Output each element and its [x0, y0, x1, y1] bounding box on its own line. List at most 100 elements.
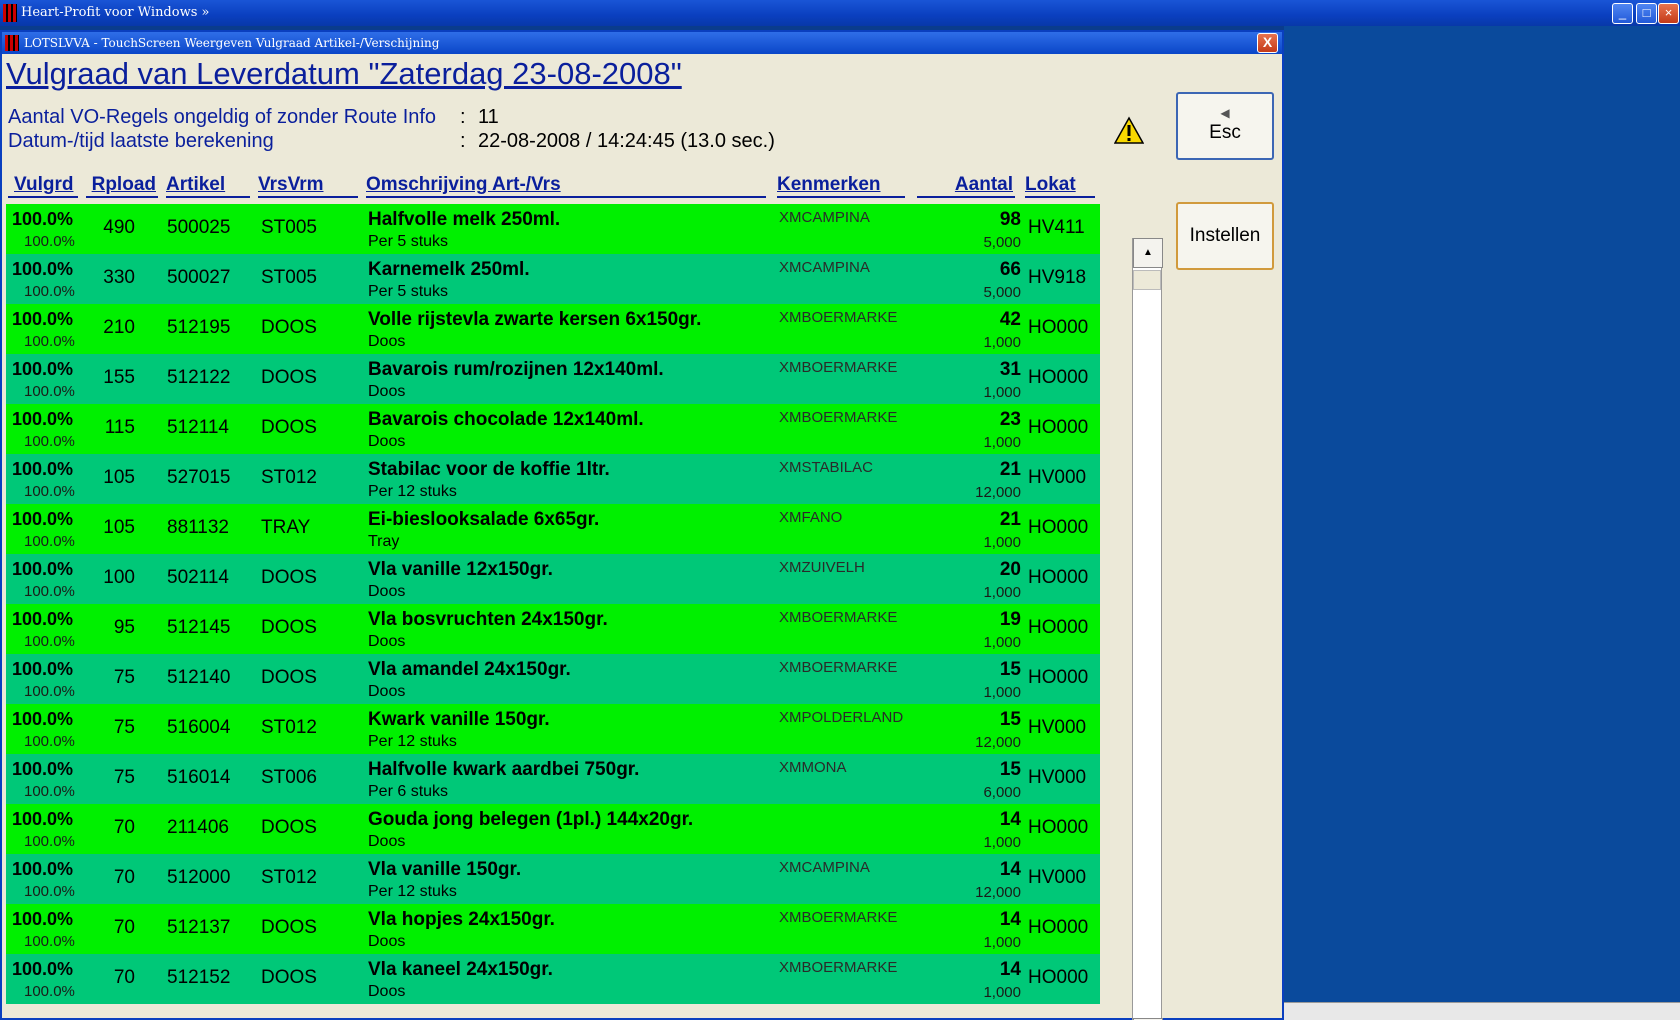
cell-lokat: HO000	[1028, 417, 1089, 438]
window-title: LOTSLVVA - TouchScreen Weergeven Vulgraa…	[24, 36, 440, 50]
cell-rpload: 115	[104, 417, 135, 438]
cell-lokat: HO000	[1028, 567, 1089, 588]
cell-kenmerken: XMBOERMARKE	[779, 409, 898, 426]
cell-vulgrd: 100.0%	[12, 409, 74, 429]
cell-artikel: 502114	[167, 567, 229, 588]
info-value-ongeldig: 11	[478, 106, 499, 128]
cell-aantal: 15	[999, 759, 1021, 780]
cell-aantal-sub: 1,000	[983, 434, 1021, 451]
esc-button[interactable]: ◀ Esc	[1176, 92, 1274, 160]
app-titlebar: Heart-Profit voor Windows » _ □ ×	[0, 0, 1680, 26]
table-row[interactable]: 100.0% 100.0% 330 500027 ST005 Karnemelk 250m…	[6, 254, 1100, 304]
cell-lokat: HO000	[1028, 367, 1089, 388]
cell-rpload: 75	[113, 667, 135, 688]
cell-omschrijving: Halfvolle melk 250ml.	[368, 209, 561, 230]
cell-artikel: 527015	[167, 467, 231, 488]
cell-artikel: 211406	[167, 817, 229, 838]
cell-vrsvrm: DOOS	[261, 367, 317, 388]
cell-omschrijving-sub: Doos	[368, 683, 406, 700]
cell-omschrijving-sub: Per 6 stuks	[368, 783, 449, 800]
cell-vulgrd-sub: 100.0%	[24, 933, 75, 950]
cell-aantal: 21	[999, 509, 1021, 530]
window-logo-icon	[5, 35, 19, 51]
table-row[interactable]: 100.0% 100.0% 100 502114 DOOS Vla vanille 12x…	[6, 554, 1100, 604]
info-label-ongeldig: Aantal VO-Regels ongeldig of zonder Rout…	[8, 106, 437, 128]
scroll-thumb[interactable]	[1133, 270, 1161, 290]
cell-kenmerken: XMBOERMARKE	[779, 909, 898, 926]
cell-lokat: HO000	[1028, 667, 1089, 688]
cell-omschrijving: Bavarois chocolade 12x140ml.	[368, 409, 644, 430]
info-colon: :	[460, 130, 466, 152]
table-row[interactable]: 100.0% 100.0% 70 211406 DOOS Gouda jong beleg…	[6, 804, 1100, 854]
col-header-artikel[interactable]: Artikel	[166, 174, 250, 198]
cell-omschrijving-sub: Doos	[368, 383, 406, 400]
table-row[interactable]: 100.0% 100.0% 115 512114 DOOS Bavarois chocol…	[6, 404, 1100, 454]
cell-vulgrd-sub: 100.0%	[24, 433, 75, 450]
minimize-button[interactable]: _	[1612, 3, 1633, 24]
cell-kenmerken: XMBOERMARKE	[779, 359, 898, 376]
data-table: 100.0% 100.0% 490 500025 ST005 Halfvolle melk…	[6, 204, 1100, 1020]
cell-rpload: 330	[103, 267, 135, 288]
col-header-kenmerken[interactable]: Kenmerken	[777, 174, 905, 198]
table-row[interactable]: 100.0% 100.0% 105 527015 ST012 Stabilac voor …	[6, 454, 1100, 504]
window-close-button[interactable]: X	[1257, 33, 1278, 53]
cell-aantal: 14	[999, 959, 1021, 980]
cell-omschrijving-sub: Doos	[368, 333, 406, 350]
table-row[interactable]: 100.0% 100.0% 155 512122 DOOS Bavarois rum/ro…	[6, 354, 1100, 404]
table-row[interactable]: 100.0% 100.0% 70 512000 ST012 Vla vanille 150…	[6, 854, 1100, 904]
cell-vulgrd: 100.0%	[12, 459, 74, 479]
col-header-vrsvrm[interactable]: VrsVrm	[258, 174, 358, 198]
table-row[interactable]: 100.0% 100.0% 210 512195 DOOS Volle rijstevla…	[6, 304, 1100, 354]
cell-aantal: 19	[999, 609, 1021, 630]
desktop-strip	[1284, 1002, 1680, 1020]
table-row[interactable]: 100.0% 100.0% 75 516004 ST012 Kwark vanille 1…	[6, 704, 1100, 754]
cell-artikel: 512000	[167, 867, 231, 888]
cell-vulgrd-sub: 100.0%	[24, 683, 75, 700]
instellen-button[interactable]: Instellen	[1176, 202, 1274, 270]
col-header-rpload[interactable]: Rpload	[86, 174, 158, 198]
info-colon: :	[460, 106, 466, 128]
cell-aantal-sub: 5,000	[983, 284, 1021, 301]
table-row[interactable]: 100.0% 100.0% 70 512137 DOOS Vla hopjes 24x15…	[6, 904, 1100, 954]
cell-aantal-sub: 12,000	[975, 734, 1021, 751]
col-header-lokat[interactable]: Lokat	[1025, 174, 1095, 198]
maximize-button[interactable]: □	[1636, 3, 1657, 24]
child-titlebar: LOTSLVVA - TouchScreen Weergeven Vulgraa…	[2, 32, 1282, 54]
col-header-omschrijving[interactable]: Omschrijving Art-/Vrs	[366, 174, 766, 198]
cell-aantal-sub: 1,000	[983, 934, 1021, 951]
table-row[interactable]: 100.0% 100.0% 70 512152 DOOS Vla kaneel 24x15…	[6, 954, 1100, 1004]
cell-vulgrd-sub: 100.0%	[24, 833, 75, 850]
cell-lokat: HO000	[1028, 817, 1089, 838]
cell-vrsvrm: DOOS	[261, 567, 317, 588]
cell-vrsvrm: DOOS	[261, 917, 317, 938]
table-row[interactable]: 100.0% 100.0% 490 500025 ST005 Halfvolle melk…	[6, 204, 1100, 254]
cell-vulgrd-sub: 100.0%	[24, 233, 75, 250]
cell-omschrijving: Kwark vanille 150gr.	[368, 709, 550, 730]
cell-rpload: 210	[103, 317, 135, 338]
cell-aantal-sub: 1,000	[983, 834, 1021, 851]
cell-vrsvrm: TRAY	[261, 517, 311, 538]
cell-lokat: HV000	[1028, 467, 1087, 488]
table-row[interactable]: 100.0% 100.0% 95 512145 DOOS Vla bosvruchten …	[6, 604, 1100, 654]
cell-kenmerken: XMBOERMARKE	[779, 609, 898, 626]
app-title: Heart-Profit voor Windows »	[21, 5, 210, 20]
vertical-scrollbar[interactable]: ▲ ▼	[1132, 238, 1163, 1020]
table-row[interactable]: 100.0% 100.0% 75 516014 ST006 Halfvolle kwark…	[6, 754, 1100, 804]
info-label-berekening: Datum-/tijd laatste berekening	[8, 130, 274, 152]
child-window: LOTSLVVA - TouchScreen Weergeven Vulgraa…	[0, 30, 1284, 1020]
cell-omschrijving-sub: Doos	[368, 433, 406, 450]
table-row[interactable]: 100.0% 100.0% 105 881132 TRAY Ei-bieslooksala…	[6, 504, 1100, 554]
cell-artikel: 512140	[167, 667, 231, 688]
cell-vulgrd-sub: 100.0%	[24, 583, 75, 600]
app-close-button[interactable]: ×	[1658, 3, 1679, 24]
table-row[interactable]: 100.0% 100.0% 75 512140 DOOS Vla amandel 24x1…	[6, 654, 1100, 704]
col-header-vulgrd[interactable]: Vulgrd	[8, 174, 78, 198]
col-header-aantal[interactable]: Aantal	[917, 174, 1015, 198]
cell-kenmerken: XMSTABILAC	[779, 459, 873, 476]
cell-aantal-sub: 1,000	[983, 684, 1021, 701]
warning-icon	[1114, 116, 1144, 144]
cell-aantal: 42	[999, 309, 1021, 330]
cell-vulgrd: 100.0%	[12, 609, 74, 629]
arrow-up-icon[interactable]: ▲	[1133, 238, 1163, 268]
cell-aantal: 31	[999, 359, 1021, 380]
